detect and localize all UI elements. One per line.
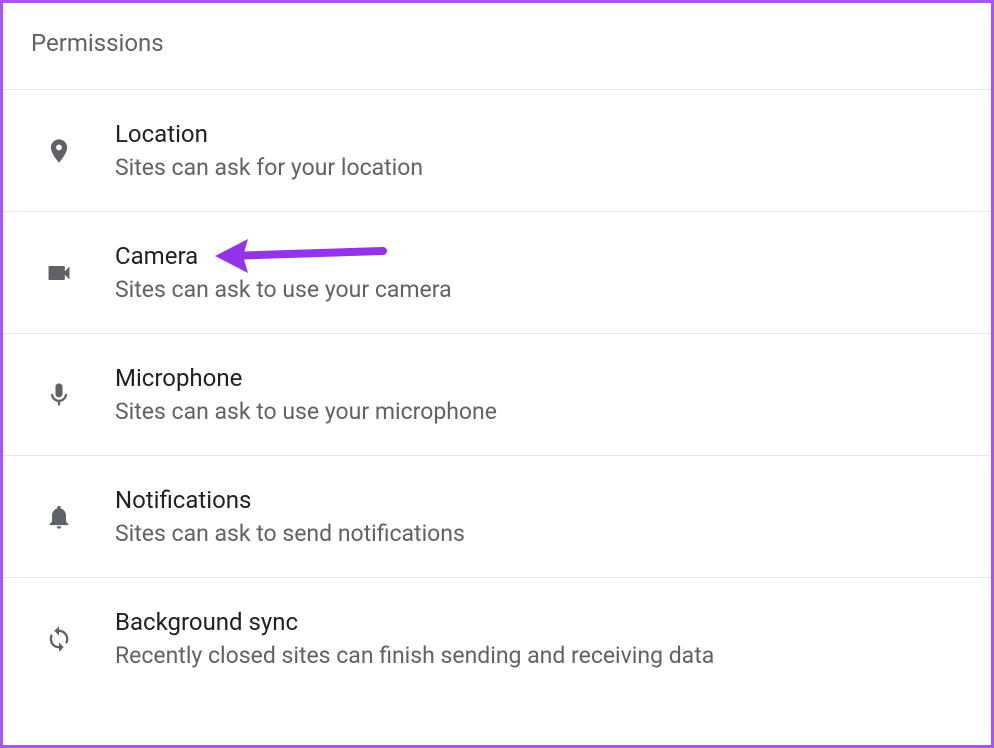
permission-item-background-sync[interactable]: Background sync Recently closed sites ca… <box>3 578 991 699</box>
permission-description: Sites can ask to send notifications <box>115 520 465 547</box>
permissions-panel: Permissions Location Sites can ask for y… <box>0 0 994 748</box>
permission-description: Recently closed sites can finish sending… <box>115 642 714 669</box>
permission-item-microphone[interactable]: Microphone Sites can ask to use your mic… <box>3 334 991 456</box>
permission-text: Camera Sites can ask to use your camera <box>115 242 452 303</box>
permission-item-notifications[interactable]: Notifications Sites can ask to send noti… <box>3 456 991 578</box>
permission-text: Location Sites can ask for your location <box>115 120 423 181</box>
microphone-icon <box>43 379 75 411</box>
permission-text: Notifications Sites can ask to send noti… <box>115 486 465 547</box>
sync-icon <box>43 623 75 655</box>
location-icon <box>43 135 75 167</box>
permission-item-location[interactable]: Location Sites can ask for your location <box>3 90 991 212</box>
panel-header: Permissions <box>3 3 991 89</box>
camera-icon <box>43 257 75 289</box>
permission-description: Sites can ask to use your microphone <box>115 398 497 425</box>
permission-title: Location <box>115 120 423 148</box>
permission-title: Notifications <box>115 486 465 514</box>
permission-text: Background sync Recently closed sites ca… <box>115 608 714 669</box>
panel-title: Permissions <box>31 29 991 57</box>
notifications-icon <box>43 501 75 533</box>
permission-title: Microphone <box>115 364 497 392</box>
permission-title: Camera <box>115 242 452 270</box>
permission-item-camera[interactable]: Camera Sites can ask to use your camera <box>3 212 991 334</box>
permission-description: Sites can ask to use your camera <box>115 276 452 303</box>
permission-description: Sites can ask for your location <box>115 154 423 181</box>
permissions-list: Location Sites can ask for your location… <box>3 89 991 699</box>
permission-text: Microphone Sites can ask to use your mic… <box>115 364 497 425</box>
permission-title: Background sync <box>115 608 714 636</box>
